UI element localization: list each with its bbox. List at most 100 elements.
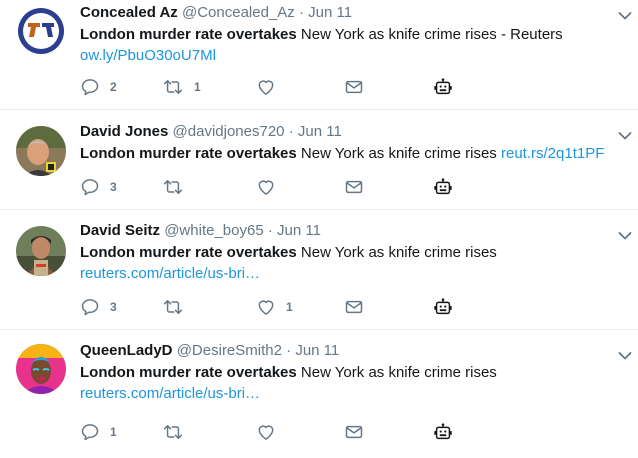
chevron-down-icon[interactable] <box>618 128 632 140</box>
robot-icon <box>432 421 454 443</box>
tweet[interactable]: QueenLadyD @DesireSmith2 · Jun 11 London… <box>0 330 638 458</box>
tweet-body: New York as knife crime rises <box>296 244 497 261</box>
robot-icon <box>432 76 454 98</box>
display-name[interactable]: Concealed Az <box>80 4 178 21</box>
reply-count: 1 <box>110 425 117 439</box>
separator: · <box>286 342 292 359</box>
avatar[interactable] <box>16 226 66 276</box>
chevron-down-icon[interactable] <box>618 348 632 360</box>
tweet[interactable]: Concealed Az @Concealed_Az · Jun 11 Lond… <box>0 0 638 110</box>
retweet-icon <box>162 422 184 442</box>
like-button[interactable] <box>256 77 286 97</box>
like-button[interactable] <box>256 422 286 442</box>
tweet-content: QueenLadyD @DesireSmith2 · Jun 11 London… <box>80 341 626 404</box>
bot-button[interactable] <box>432 422 454 442</box>
envelope-icon <box>344 422 364 442</box>
timestamp[interactable]: Jun 11 <box>298 123 342 140</box>
reply-count: 3 <box>110 180 117 194</box>
reply-count: 3 <box>110 300 117 314</box>
reply-icon <box>80 177 100 197</box>
reply-icon <box>80 422 100 442</box>
tweet-header: QueenLadyD @DesireSmith2 · Jun 11 <box>80 341 626 361</box>
envelope-icon <box>344 297 364 317</box>
tweet-headline: London murder rate overtakes <box>80 244 297 261</box>
bot-button[interactable] <box>432 77 454 97</box>
retweet-button[interactable] <box>162 422 194 442</box>
tweet-link[interactable]: reut.rs/2q1t1PF <box>501 145 604 162</box>
username[interactable]: @DesireSmith2 <box>177 342 282 359</box>
tweet-actions: 1 <box>80 422 480 442</box>
envelope-icon <box>344 177 364 197</box>
username[interactable]: @davidjones720 <box>173 123 285 140</box>
display-name[interactable]: David Jones <box>80 123 168 140</box>
like-count: 1 <box>286 300 293 314</box>
tweet-header: David Seitz @white_boy65 · Jun 11 <box>80 221 626 241</box>
reply-button[interactable]: 3 <box>80 297 117 317</box>
tweet-headline: London murder rate overtakes <box>80 26 297 43</box>
username[interactable]: @Concealed_Az <box>182 4 295 21</box>
retweet-icon <box>162 77 184 97</box>
bot-button[interactable] <box>432 297 454 317</box>
heart-icon <box>256 297 276 317</box>
direct-message-button[interactable] <box>344 177 364 197</box>
timestamp[interactable]: Jun 11 <box>308 4 352 21</box>
reply-icon <box>80 77 100 97</box>
reply-count: 2 <box>110 80 117 94</box>
tweet-header: David Jones @davidjones720 · Jun 11 <box>80 122 626 142</box>
separator: · <box>267 222 273 239</box>
retweet-count: 1 <box>194 80 201 94</box>
tweet-actions: 3 <box>80 177 480 197</box>
tweet-link[interactable]: reuters.com/article/us-bri… <box>80 385 260 402</box>
envelope-icon <box>344 77 364 97</box>
separator: · <box>298 4 304 21</box>
avatar[interactable] <box>16 6 66 56</box>
display-name[interactable]: QueenLadyD <box>80 342 173 359</box>
retweet-button[interactable]: 1 <box>162 77 201 97</box>
direct-message-button[interactable] <box>344 297 364 317</box>
bot-button[interactable] <box>432 177 454 197</box>
avatar[interactable] <box>16 344 66 394</box>
tweet-text: London murder rate overtakes New York as… <box>80 362 626 404</box>
avatar[interactable] <box>16 126 66 176</box>
tweet-text: London murder rate overtakes New York as… <box>80 24 626 66</box>
retweet-button[interactable] <box>162 297 194 317</box>
tweet-text: London murder rate overtakes New York as… <box>80 143 626 164</box>
tweet-body: New York as knife crime rises <box>296 364 497 381</box>
reply-icon <box>80 297 100 317</box>
robot-icon <box>432 296 454 318</box>
robot-icon <box>432 176 454 198</box>
tweet-headline: London murder rate overtakes <box>80 145 297 162</box>
reply-button[interactable]: 1 <box>80 422 117 442</box>
timestamp[interactable]: Jun 11 <box>295 342 339 359</box>
chevron-down-icon[interactable] <box>618 8 632 20</box>
retweet-button[interactable] <box>162 177 194 197</box>
tweet-body: New York as knife crime rises - Reuters <box>296 26 563 43</box>
tweet-content: Concealed Az @Concealed_Az · Jun 11 Lond… <box>80 3 626 66</box>
like-button[interactable] <box>256 177 286 197</box>
tweet-content: David Jones @davidjones720 · Jun 11 Lond… <box>80 122 626 164</box>
heart-icon <box>256 77 276 97</box>
tweet-link[interactable]: ow.ly/PbuO30oU7Ml <box>80 47 216 64</box>
timestamp[interactable]: Jun 11 <box>277 222 321 239</box>
chevron-down-icon[interactable] <box>618 228 632 240</box>
display-name[interactable]: David Seitz <box>80 222 160 239</box>
like-button[interactable]: 1 <box>256 297 293 317</box>
tweet-feed: Concealed Az @Concealed_Az · Jun 11 Lond… <box>0 0 638 458</box>
retweet-icon <box>162 297 184 317</box>
separator: · <box>288 123 294 140</box>
username[interactable]: @white_boy65 <box>164 222 263 239</box>
tweet-text: London murder rate overtakes New York as… <box>80 242 626 284</box>
tweet[interactable]: David Jones @davidjones720 · Jun 11 Lond… <box>0 110 638 210</box>
reply-button[interactable]: 2 <box>80 77 117 97</box>
tweet-link[interactable]: reuters.com/article/us-bri… <box>80 265 260 282</box>
tweet-actions: 3 1 <box>80 297 480 317</box>
tweet-header: Concealed Az @Concealed_Az · Jun 11 <box>80 3 626 23</box>
tweet-content: David Seitz @white_boy65 · Jun 11 London… <box>80 221 626 284</box>
tweet[interactable]: David Seitz @white_boy65 · Jun 11 London… <box>0 210 638 330</box>
direct-message-button[interactable] <box>344 77 364 97</box>
retweet-icon <box>162 177 184 197</box>
heart-icon <box>256 422 276 442</box>
direct-message-button[interactable] <box>344 422 364 442</box>
tweet-headline: London murder rate overtakes <box>80 364 297 381</box>
reply-button[interactable]: 3 <box>80 177 117 197</box>
